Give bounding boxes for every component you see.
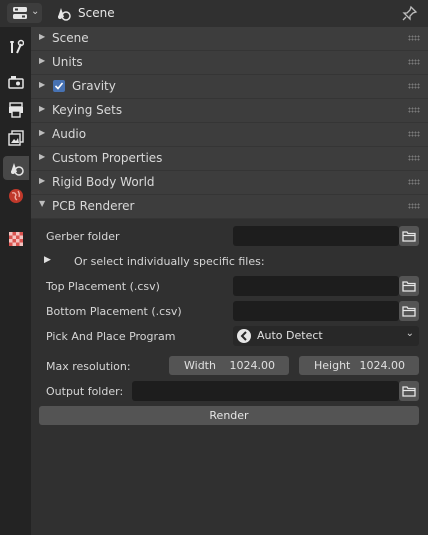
tab-texture[interactable] <box>3 227 29 251</box>
panel-custom-properties[interactable]: ▶ Custom Properties <box>31 147 428 171</box>
panel-expanded-arrow-icon: ▼ <box>39 199 46 208</box>
tab-scene[interactable] <box>3 156 29 180</box>
panel-collapsed-arrow-icon: ▶ <box>39 152 46 161</box>
pick-and-place-label: Pick And Place Program <box>46 330 176 343</box>
panel-pcb-renderer[interactable]: ▼ PCB Renderer <box>31 195 428 219</box>
pin-icon[interactable] <box>401 5 418 22</box>
height-label: Height <box>314 359 351 372</box>
panel-scene[interactable]: ▶ Scene <box>31 27 428 51</box>
panel-label: Units <box>52 55 83 69</box>
output-folder-input[interactable] <box>132 381 399 401</box>
panel-label: Audio <box>52 127 87 141</box>
top-placement-browse-button[interactable] <box>399 276 419 296</box>
panel-units[interactable]: ▶ Units <box>31 51 428 75</box>
chevron-down-icon: ⌄ <box>31 6 40 17</box>
drag-grip-icon[interactable] <box>408 203 420 209</box>
bottom-placement-browse-button[interactable] <box>399 301 419 321</box>
view-layer-icon <box>8 130 24 146</box>
drag-grip-icon[interactable] <box>408 35 420 41</box>
auto-detect-icon <box>237 329 251 343</box>
top-placement-label: Top Placement (.csv) <box>46 280 160 293</box>
panel-label: PCB Renderer <box>52 199 135 213</box>
select-files-expander-arrow-icon[interactable]: ▶ <box>44 255 51 265</box>
tab-output[interactable] <box>3 98 29 122</box>
folder-icon <box>402 231 416 242</box>
panel-collapsed-arrow-icon: ▶ <box>39 80 46 89</box>
output-folder-browse-button[interactable] <box>399 381 419 401</box>
panel-collapsed-arrow-icon: ▶ <box>39 56 46 65</box>
drag-grip-icon[interactable] <box>408 155 420 161</box>
panel-collapsed-arrow-icon: ▶ <box>39 128 46 137</box>
gerber-folder-label: Gerber folder <box>46 230 120 243</box>
height-field[interactable]: Height 1024.00 <box>299 356 419 375</box>
panel-label: Rigid Body World <box>52 175 155 189</box>
panel-label: Scene <box>52 31 89 45</box>
render-button[interactable]: Render <box>39 406 419 425</box>
drag-grip-icon[interactable] <box>408 131 420 137</box>
scene-icon <box>11 163 24 176</box>
properties-tabs <box>0 27 31 535</box>
max-resolution-label: Max resolution: <box>46 360 131 373</box>
pick-and-place-dropdown[interactable]: Auto Detect ⌄ <box>233 326 419 346</box>
gerber-folder-browse-button[interactable] <box>399 226 419 246</box>
tab-world[interactable] <box>3 184 29 208</box>
output-folder-label: Output folder: <box>46 385 124 398</box>
pcb-renderer-body: Gerber folder ▶ Or select individually s… <box>31 219 428 535</box>
panel-collapsed-arrow-icon: ▶ <box>39 176 46 185</box>
checkmark-icon <box>54 82 64 90</box>
properties-editor-icon <box>13 7 27 19</box>
folder-icon <box>402 281 416 292</box>
bottom-placement-input[interactable] <box>233 301 399 321</box>
render-camera-icon <box>8 76 24 89</box>
drag-grip-icon[interactable] <box>408 59 420 65</box>
folder-icon <box>402 306 416 317</box>
panel-collapsed-arrow-icon: ▶ <box>39 32 46 41</box>
select-files-label: Or select individually specific files: <box>74 255 265 268</box>
panel-collapsed-arrow-icon: ▶ <box>39 104 46 113</box>
panel-keying-sets[interactable]: ▶ Keying Sets <box>31 99 428 123</box>
tab-render[interactable] <box>3 70 29 94</box>
bottom-placement-label: Bottom Placement (.csv) <box>46 305 182 318</box>
tab-tool[interactable] <box>3 35 29 59</box>
panel-label: Gravity <box>72 79 116 93</box>
width-value: 1024.00 <box>229 359 276 372</box>
properties-content: ▶ Scene ▶ Units ▶ Gravity ▶ Keying Sets … <box>31 27 428 535</box>
width-field[interactable]: Width 1024.00 <box>169 356 289 375</box>
scene-icon <box>58 8 71 21</box>
top-placement-input[interactable] <box>233 276 399 296</box>
world-globe-icon <box>9 189 23 203</box>
gerber-folder-input[interactable] <box>233 226 399 246</box>
tool-wrench-icon <box>10 39 24 54</box>
chevron-down-icon: ⌄ <box>405 328 414 339</box>
header-title: Scene <box>78 6 115 20</box>
properties-header: ⌄ Scene <box>0 0 428 27</box>
panel-audio[interactable]: ▶ Audio <box>31 123 428 147</box>
drag-grip-icon[interactable] <box>408 179 420 185</box>
height-value: 1024.00 <box>359 359 406 372</box>
texture-checker-icon <box>9 232 23 246</box>
panel-label: Keying Sets <box>52 103 123 117</box>
pick-and-place-value: Auto Detect <box>257 329 323 342</box>
panel-label: Custom Properties <box>52 151 163 165</box>
panel-gravity[interactable]: ▶ Gravity <box>31 75 428 99</box>
width-label: Width <box>184 359 216 372</box>
drag-grip-icon[interactable] <box>408 83 420 89</box>
drag-grip-icon[interactable] <box>408 107 420 113</box>
gravity-checkbox[interactable] <box>53 80 65 92</box>
panel-rigid-body-world[interactable]: ▶ Rigid Body World <box>31 171 428 195</box>
tab-view-layer[interactable] <box>3 126 29 150</box>
output-printer-icon <box>9 102 23 118</box>
folder-icon <box>402 386 416 397</box>
editor-type-button[interactable]: ⌄ <box>7 3 42 23</box>
